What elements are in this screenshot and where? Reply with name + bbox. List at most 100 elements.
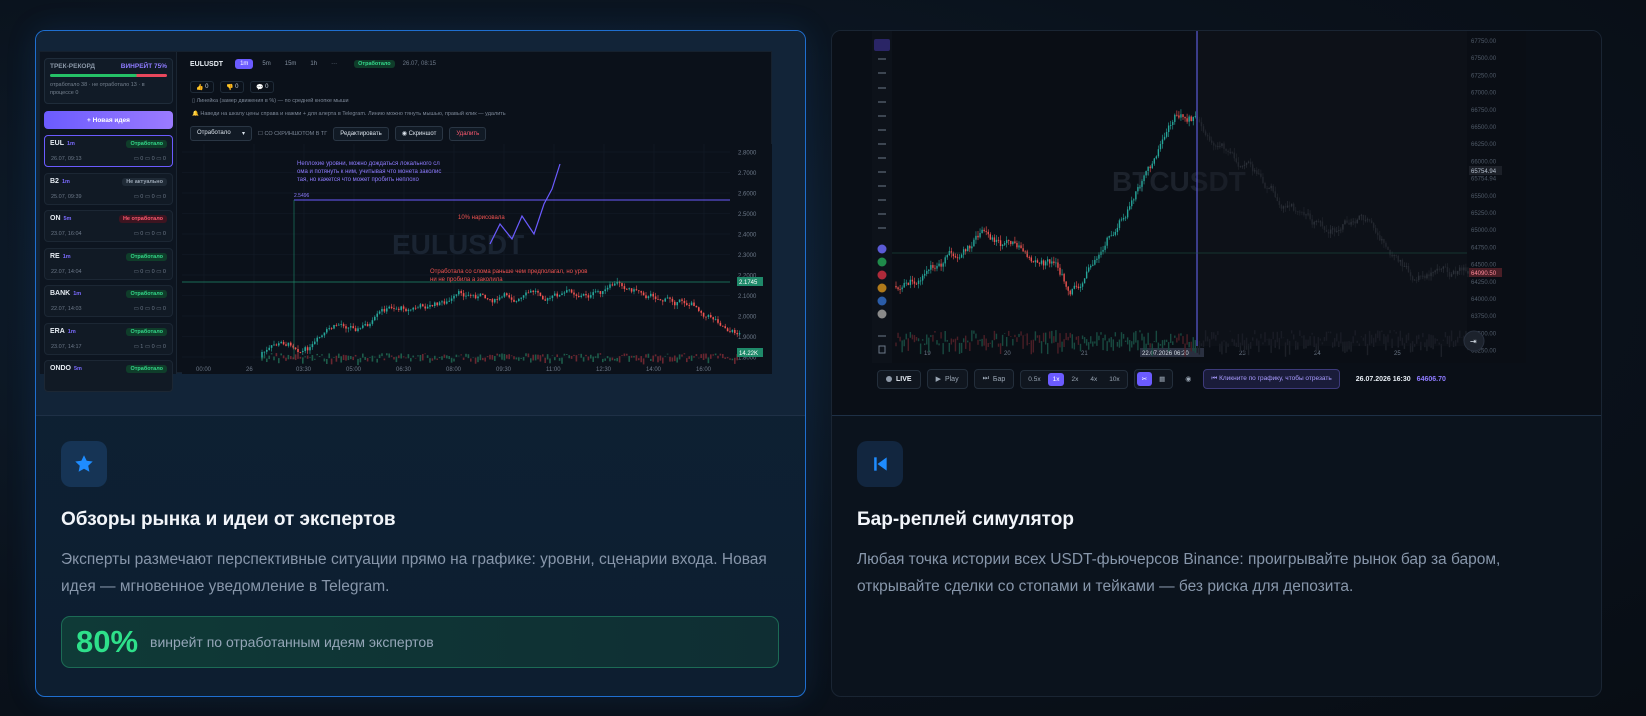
candle-body: [436, 302, 438, 306]
y-tick: 2.5000: [738, 212, 757, 218]
play-button[interactable]: ▶ Play: [926, 369, 968, 389]
scissors-icon[interactable]: ✂: [1136, 372, 1153, 386]
candle-body: [683, 300, 686, 304]
volume-bar: [342, 354, 345, 361]
screenshot-checkbox[interactable]: ☐ СО СКРИНШОТОМ В ТГ: [258, 131, 327, 137]
y-tick: 65500.00: [1471, 194, 1497, 200]
volume-bar: [1143, 336, 1145, 351]
idea-timeframe: 1m: [62, 253, 71, 260]
volume-bar: [681, 354, 683, 357]
candle-body: [268, 347, 270, 350]
idea-item-era[interactable]: ERA 1m Отработало 23.07, 14:17 ▭ 1 ▭ 0 ▭ 0: [44, 322, 173, 355]
volume-bar: [580, 353, 582, 358]
speed-10x[interactable]: 10x: [1104, 373, 1124, 386]
speed-0-5x[interactable]: 0.5x: [1023, 373, 1045, 386]
candle-body: [1001, 244, 1004, 247]
candle-body: [700, 310, 702, 313]
ideas-candle-chart[interactable]: 2.80002.70002.60002.50002.40002.30002.20…: [182, 144, 772, 374]
candle-body: [1055, 262, 1057, 264]
candle-body: [352, 326, 354, 329]
volume-bar: [1139, 330, 1141, 333]
cut-hint-button[interactable]: ⏮ Кликните по графику, чтобы отрезать: [1203, 369, 1340, 389]
calendar-icon[interactable]: ▦: [1154, 372, 1170, 386]
candle-body: [338, 324, 340, 326]
candle-body: [278, 343, 280, 346]
volume-bar: [628, 355, 630, 362]
volume-bar: [390, 355, 393, 357]
candle-body: [434, 302, 436, 307]
volume-bar: [386, 353, 388, 356]
idea-item-b2[interactable]: B2 1m Не актуально 25.07, 09:39 ▭ 0 ▭ 0 ▭ 0: [44, 172, 173, 205]
replay-app-preview: 67750.00 67500.00 67250.00 67000.00 66750.00…: [872, 31, 1526, 363]
candle-body: [1110, 235, 1112, 237]
candle-body: [599, 291, 602, 294]
candle-body: [726, 328, 729, 332]
tf-15m[interactable]: 15m: [280, 59, 302, 69]
comment-counter[interactable]: 💬 0: [250, 81, 275, 93]
candle-body: [938, 263, 940, 266]
replay-price: 64606.70: [1416, 375, 1446, 383]
volume-bar: [477, 356, 479, 363]
candle-body: [647, 296, 650, 299]
idea-item-ondo[interactable]: ONDO 5m Отработало: [44, 360, 173, 392]
idea-item-eul[interactable]: EUL 1m Отработало 26.07, 09:13 ▭ 0 ▭ 0 ▭ 0: [44, 135, 173, 167]
new-idea-button[interactable]: + Новая идея: [44, 111, 173, 129]
volume-bar: [705, 353, 707, 359]
dislike-counter[interactable]: 👎 0: [220, 81, 245, 93]
volume-bar: [306, 355, 309, 359]
x-tick: 14:00: [646, 367, 662, 373]
candle-body: [698, 307, 700, 311]
volume-bar: [917, 338, 920, 342]
candle-body: [458, 291, 460, 295]
candle-body: [1122, 217, 1125, 220]
candle-body: [638, 290, 640, 292]
speed-4x[interactable]: 4x: [1085, 373, 1102, 386]
volume-bar: [645, 354, 647, 358]
candle-body: [1010, 240, 1012, 245]
volume-bar: [561, 357, 563, 364]
volume-bar: [1012, 338, 1014, 346]
volume-bar: [462, 357, 465, 360]
volume-bar: [1131, 341, 1133, 348]
feature-card-expert-ideas[interactable]: ТРЕК-РЕКОРД ВИНРЕЙТ 75% отработало 38 · н…: [35, 30, 806, 697]
candle-body: [419, 304, 422, 308]
tf-more[interactable]: ···: [326, 59, 342, 69]
speed-2x[interactable]: 2x: [1066, 373, 1083, 386]
feature-card-bar-replay[interactable]: 67750.00 67500.00 67250.00 67000.00 66750.00…: [831, 30, 1602, 697]
candle-body: [1161, 139, 1164, 145]
step-bar-button[interactable]: ⏭ Бар: [973, 369, 1015, 389]
volume-bar: [563, 353, 566, 356]
volume-bar: [1094, 341, 1096, 344]
volume-bar: [623, 353, 626, 357]
alert-hint: 🔔 Наведи на шкалу цены справа и нажми + …: [192, 111, 506, 117]
candle-body: [359, 327, 362, 329]
volume-bar: [486, 356, 489, 358]
volume-bar: [515, 357, 518, 360]
volume-bar: [618, 356, 621, 363]
edit-button[interactable]: Редактировать: [333, 126, 389, 141]
candle-body: [570, 289, 573, 293]
volume-bar: [539, 355, 542, 362]
volume-bar: [710, 354, 712, 359]
candle-body: [695, 305, 698, 308]
y-tick: 64750.00: [1471, 245, 1497, 251]
tf-1h[interactable]: 1h: [305, 59, 322, 69]
replay-candle-chart[interactable]: 67750.00 67500.00 67250.00 67000.00 66750.00…: [872, 31, 1526, 363]
volume-bar: [575, 355, 578, 362]
delete-button[interactable]: Удалить: [449, 126, 487, 141]
idea-item-re[interactable]: RE 1m Отработало 22.07, 14:04 ▭ 0 ▭ 0 ▭ 0: [44, 247, 173, 280]
idea-item-on[interactable]: ON 5m Не отработало 23.07, 16:04 ▭ 0 ▭ 0 ▭ 0: [44, 210, 173, 242]
idea-item-bank[interactable]: BANK 1m Отработало 22.07, 14:03 ▭ 0 ▭ 0 ▭ 0: [44, 285, 173, 317]
tf-5m[interactable]: 5m: [257, 59, 275, 69]
screenshot-button[interactable]: ◉ Скриншот: [394, 126, 444, 141]
like-counter[interactable]: 👍 0: [190, 81, 215, 93]
speed-1x[interactable]: 1x: [1047, 372, 1065, 386]
candle-body: [532, 290, 534, 292]
camera-icon[interactable]: ◉: [1179, 375, 1197, 383]
live-button[interactable]: LIVE: [877, 369, 921, 389]
volume-bar: [1100, 332, 1102, 335]
candle-body: [942, 263, 944, 267]
volume-bar: [278, 358, 280, 364]
tf-1m[interactable]: 1m: [235, 59, 254, 69]
status-select[interactable]: Отработало ▾: [190, 126, 252, 141]
